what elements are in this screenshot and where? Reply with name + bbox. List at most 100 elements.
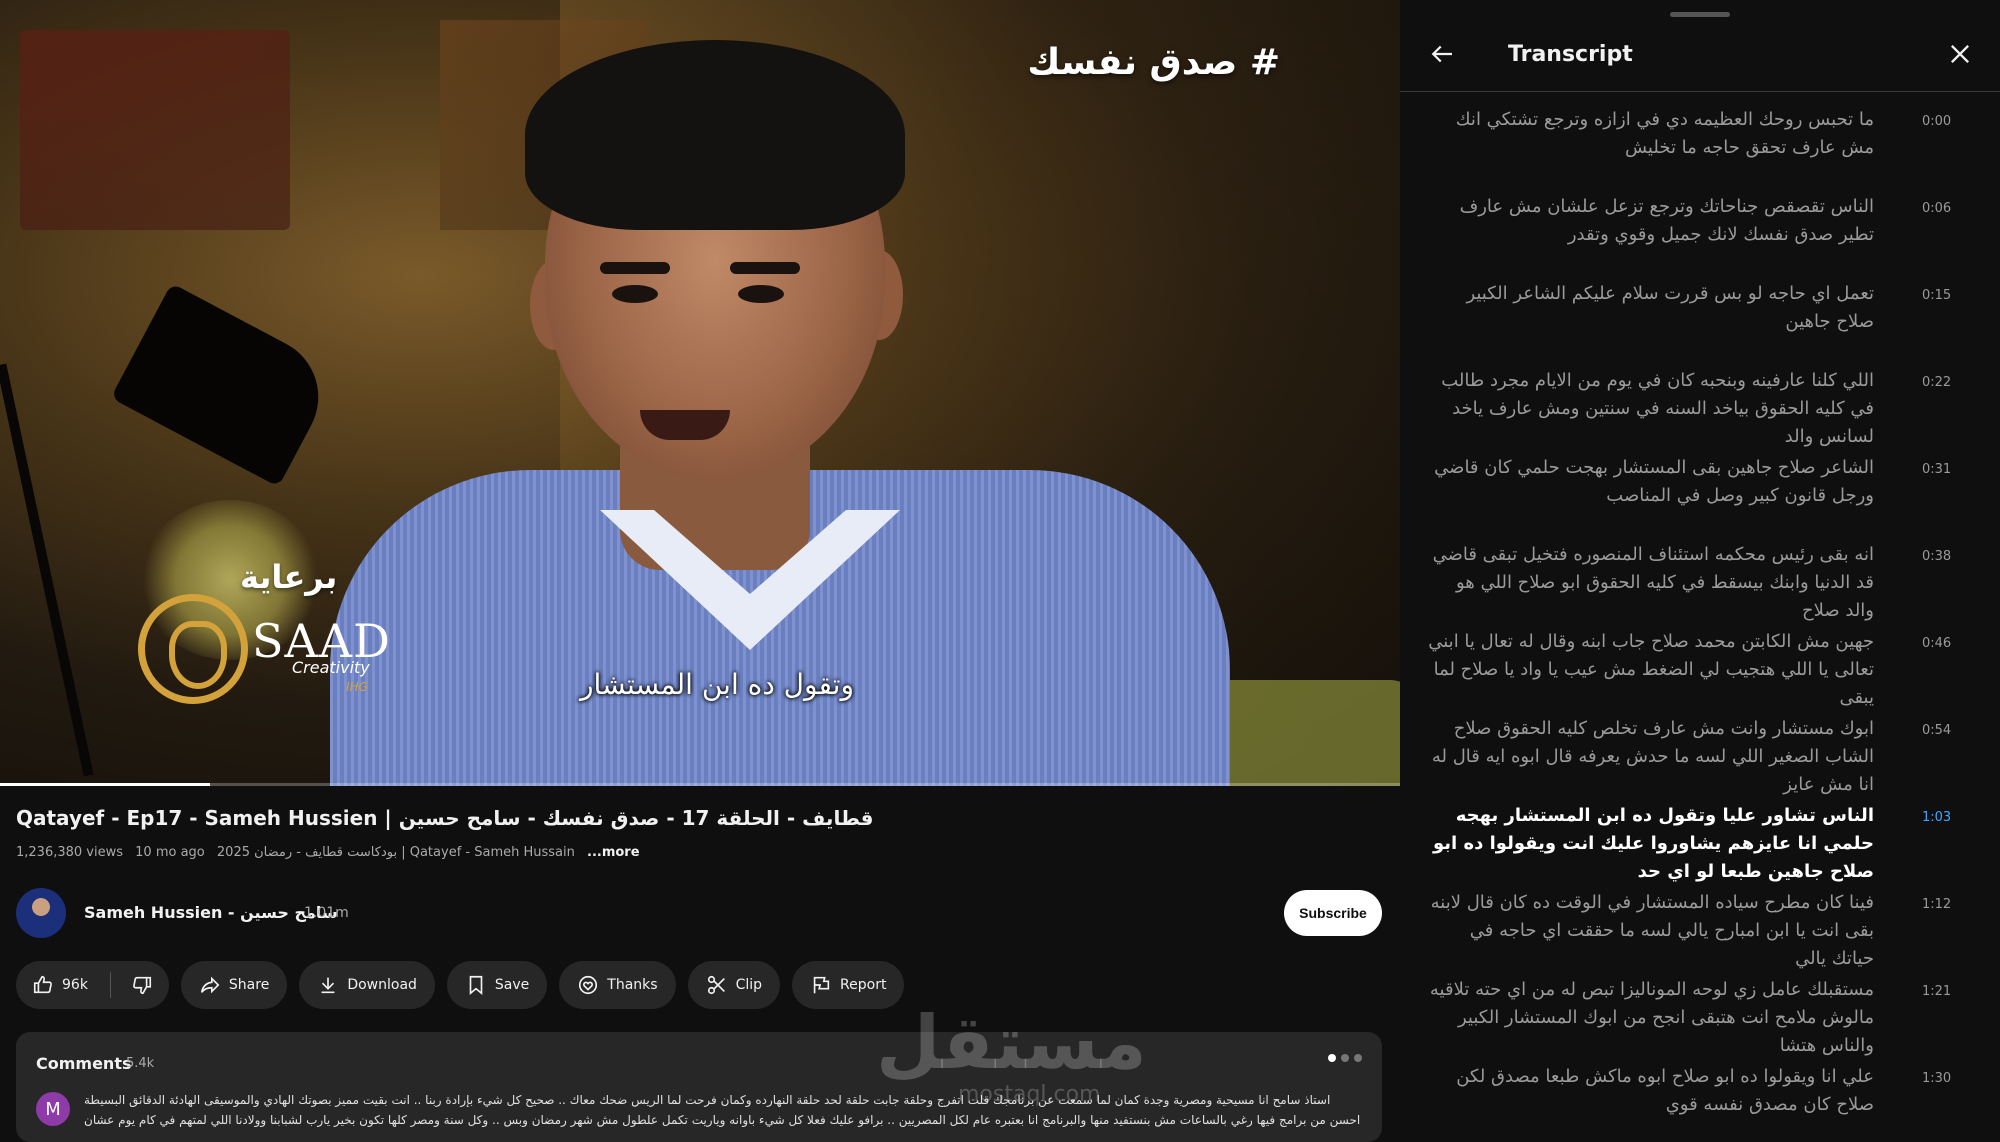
commenter-avatar: M — [36, 1092, 70, 1126]
background-painting — [20, 30, 290, 230]
transcript-segment[interactable]: ما تحبس روحك العظيمه دي في ازازه وترجع ت… — [1400, 92, 2000, 179]
transcript-segment[interactable]: انه بقى رئيس محكمه استئناف المنصوره فتخي… — [1400, 527, 2000, 621]
transcript-segment[interactable]: تعمل اي حاجه لو بس قررت سلام عليكم الشاع… — [1400, 266, 2000, 353]
channel-name[interactable]: Sameh Hussien - سامح حسين — [84, 903, 338, 922]
bookmark-icon — [465, 974, 487, 996]
sponsor-label: برعاية — [240, 558, 338, 596]
transcript-segment[interactable]: اللي كلنا عارفينه وبنحبه كان في يوم من ا… — [1400, 353, 2000, 447]
transcript-segment-time: 0:06 — [1922, 201, 1952, 216]
transcript-segment-time: 0:22 — [1922, 375, 1952, 390]
speaker-hair — [525, 40, 905, 230]
like-divider — [109, 972, 111, 998]
transcript-segment-time: 0:46 — [1922, 636, 1952, 651]
transcript-segment[interactable]: علي انا ويقولوا ده ابو صلاح ابوه ماكش طب… — [1400, 1049, 2000, 1136]
thanks-label: Thanks — [607, 977, 658, 993]
transcript-panel: Transcript ما تحبس روحك العظيمه دي في از… — [1400, 0, 2000, 1142]
sponsor-logo-icon — [138, 594, 248, 704]
like-dislike-group: 96k — [16, 961, 169, 1009]
video-progress-fill — [0, 783, 210, 786]
dislike-button[interactable] — [119, 961, 169, 1009]
transcript-segment-time: 1:21 — [1922, 984, 1952, 999]
video-progress-bar[interactable] — [0, 783, 1400, 786]
transcript-segment[interactable]: الشاعر صلاح جاهين بقى المستشار بهجت حلمي… — [1400, 440, 2000, 527]
transcript-segment[interactable]: الناس تقصقص جناحاتك وترجع تزعل علشان مش … — [1400, 179, 2000, 266]
comment-text: استاذ سامح انا مسيحية ومصرية وجدة كمان ل… — [84, 1093, 1361, 1134]
speaker-brow — [600, 262, 670, 274]
transcript-segment[interactable]: الناس تشاور عليا وتقول ده ابن المستشار ب… — [1400, 788, 2000, 882]
watermark-url: mostaql.com — [958, 1082, 1101, 1107]
transcript-segment-text: علي انا ويقولوا ده ابو صلاح ابوه ماكش طب… — [1456, 1066, 1874, 1115]
thumbs-up-icon — [32, 974, 54, 996]
comments-pager[interactable] — [1328, 1054, 1362, 1062]
transcript-segment-text: ما تحبس روحك العظيمه دي في ازازه وترجع ت… — [1455, 109, 1874, 158]
transcript-segment[interactable]: فينا كان مطرح سياده المستشار في الوقت ده… — [1400, 875, 2000, 969]
subscriber-count: 1.01m — [304, 905, 349, 921]
transcript-segment-time: 0:31 — [1922, 462, 1952, 477]
save-button[interactable]: Save — [446, 961, 548, 1009]
share-button[interactable]: Share — [180, 961, 288, 1009]
clip-label: Clip — [735, 977, 763, 993]
upload-age: 10 mo ago — [135, 845, 205, 860]
download-button[interactable]: Download — [299, 961, 435, 1009]
pager-dot — [1341, 1054, 1349, 1062]
transcript-segment-text: الناس تقصقص جناحاتك وترجع تزعل علشان مش … — [1459, 196, 1874, 245]
scissors-icon — [706, 974, 728, 996]
transcript-segment-time: 0:54 — [1922, 723, 1952, 738]
thanks-button[interactable]: Thanks — [559, 961, 676, 1009]
like-count: 96k — [62, 977, 88, 993]
pager-dot — [1354, 1054, 1362, 1062]
thumbs-down-icon — [131, 974, 153, 996]
transcript-segment-time: 0:00 — [1922, 114, 1952, 129]
more-link[interactable]: ...more — [587, 845, 640, 860]
save-label: Save — [494, 977, 530, 993]
transcript-segment-time: 1:03 — [1922, 810, 1952, 825]
transcript-segment-text: اللي كلنا عارفينه وبنحبه كان في يوم من ا… — [1441, 370, 1874, 447]
transcript-segment-time: 0:15 — [1922, 288, 1952, 303]
download-label: Download — [347, 977, 417, 993]
watermark: مستقل — [876, 1000, 1147, 1086]
video-caption: وتقول ده ابن المستشار — [580, 668, 854, 701]
download-icon — [317, 974, 339, 996]
report-label: Report — [840, 977, 887, 993]
share-label: Share — [228, 977, 270, 993]
transcript-segment-text: الناس تشاور عليا وتقول ده ابن المستشار ب… — [1433, 805, 1874, 882]
transcript-segment-list[interactable]: ما تحبس روحك العظيمه دي في ازازه وترجع ت… — [1400, 92, 2000, 1142]
video-meta[interactable]: 1,236,380 views 10 mo ago 2025 بودكاست ق… — [16, 845, 648, 860]
lamp-shade — [110, 283, 340, 487]
video-tags: 2025 بودكاست قطايف - رمضان | Qatayef - S… — [216, 845, 575, 860]
transcript-segment[interactable]: مستقبلك عامل زي لوحه الموناليزا تبص له م… — [1400, 962, 2000, 1056]
arrow-left-icon — [1427, 39, 1457, 73]
transcript-segment-text: مستقبلك عامل زي لوحه الموناليزا تبص له م… — [1429, 979, 1874, 1056]
drag-handle[interactable] — [1670, 12, 1730, 17]
clip-button[interactable]: Clip — [687, 961, 781, 1009]
transcript-segment[interactable]: ابوك مستشار وانت مش عارف تخلص كليه الحقو… — [1400, 701, 2000, 795]
channel-avatar[interactable] — [16, 888, 66, 938]
lamp — [0, 363, 94, 777]
transcript-segment[interactable]: جهين مش الكابتن محمد صلاح جاب ابنه وقال … — [1400, 614, 2000, 708]
pager-dot — [1328, 1054, 1336, 1062]
transcript-segment-text: انه بقى رئيس محكمه استئناف المنصوره فتخي… — [1432, 544, 1874, 621]
sponsor-brand-tag: IHG — [346, 680, 368, 694]
flag-icon — [810, 974, 832, 996]
sponsor-brand-subtitle: Creativity — [292, 658, 370, 677]
comments-card[interactable]: Comments 5.4k M استاذ سامح انا مسيحية وم… — [16, 1032, 1382, 1142]
back-button[interactable] — [1422, 36, 1462, 76]
thanks-heart-icon — [577, 974, 599, 996]
transcript-segment-text: جهين مش الكابتن محمد صلاح جاب ابنه وقال … — [1428, 631, 1874, 708]
transcript-segment-text: ابوك مستشار وانت مش عارف تخلص كليه الحقو… — [1431, 718, 1874, 795]
transcript-segment-time: 1:12 — [1922, 897, 1952, 912]
like-button[interactable]: 96k — [16, 961, 102, 1009]
speaker-eye — [612, 285, 658, 303]
speaker-brow — [730, 262, 800, 274]
subscribe-button[interactable]: Subscribe — [1284, 890, 1382, 936]
view-count: 1,236,380 views — [16, 845, 124, 860]
video-player[interactable]: # صدق نفسك برعاية SAAD Creativity IHG وت… — [0, 0, 1400, 786]
transcript-header: Transcript — [1400, 20, 2000, 92]
speaker-eye — [738, 285, 784, 303]
close-button[interactable] — [1940, 36, 1980, 76]
comments-title: Comments — [36, 1054, 132, 1073]
transcript-segment-text: تعمل اي حاجه لو بس قررت سلام عليكم الشاع… — [1466, 283, 1874, 332]
share-icon — [199, 974, 221, 996]
video-hashtag-overlay: # صدق نفسك — [1027, 42, 1280, 83]
transcript-segment-text: الشاعر صلاح جاهين بقى المستشار بهجت حلمي… — [1434, 457, 1874, 506]
